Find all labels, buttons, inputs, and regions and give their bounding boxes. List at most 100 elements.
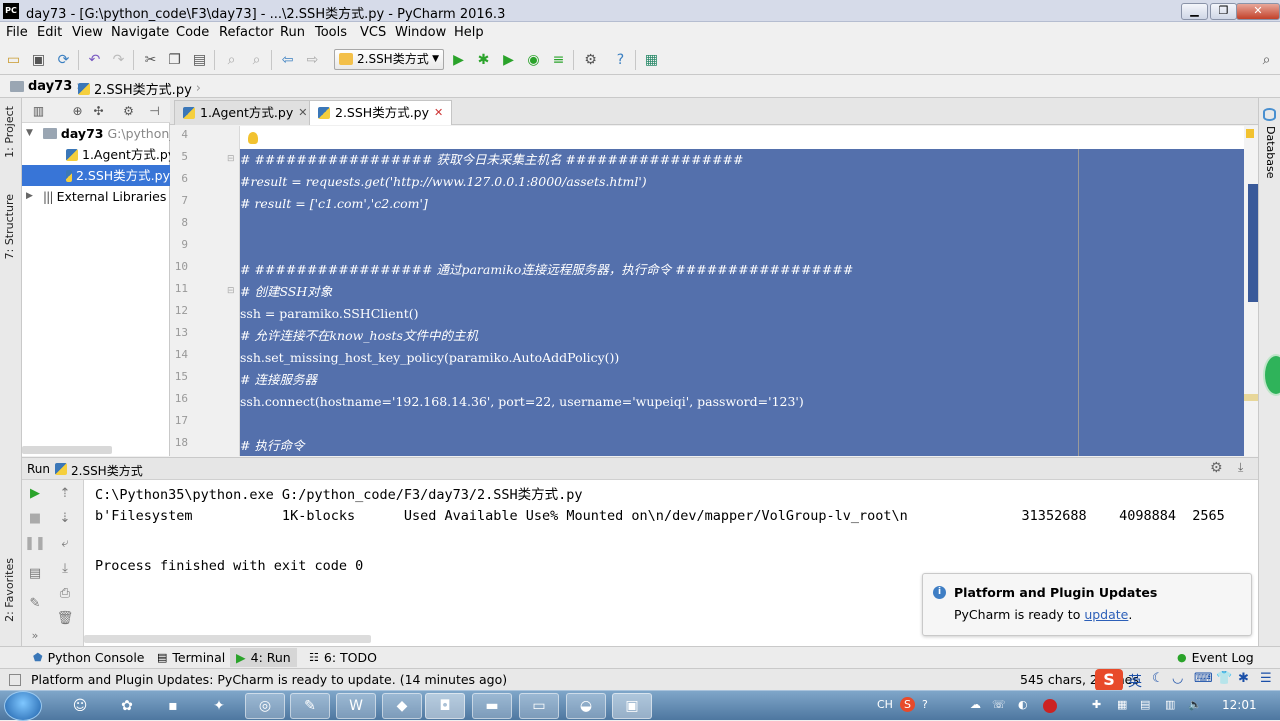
pin-icon[interactable]: ✎ xyxy=(26,594,44,612)
tray-icon[interactable]: ✚ xyxy=(1092,698,1101,711)
layout-icon[interactable]: ▤ xyxy=(26,564,44,582)
help-tray-icon[interactable]: ? xyxy=(922,698,928,711)
ime-skin-icon[interactable]: 👕 xyxy=(1216,671,1232,686)
cmd-icon[interactable]: ▬ xyxy=(472,693,512,719)
explorer-icon[interactable]: ▭ xyxy=(519,693,559,719)
status-message[interactable]: Platform and Plugin Updates: PyCharm is … xyxy=(31,672,507,687)
forward-icon[interactable]: ⇨ xyxy=(304,51,321,68)
tab-run[interactable]: ▶ 4: Run xyxy=(230,648,297,667)
menu-file[interactable]: File xyxy=(6,25,28,40)
taskbar-app-icon[interactable]: ✿ xyxy=(107,693,147,719)
paste-icon[interactable]: ▤ xyxy=(191,51,208,68)
taskbar-app-icon[interactable]: ▪ xyxy=(153,693,193,719)
hide-panel-icon[interactable]: ⤓ xyxy=(1238,460,1243,475)
warning-marker-icon[interactable] xyxy=(1246,129,1254,138)
tool-tab-database[interactable]: Database xyxy=(1264,126,1277,179)
debug-icon[interactable]: ✱ xyxy=(475,51,492,68)
run-icon[interactable]: ▶ xyxy=(450,51,467,68)
copy-icon[interactable]: ❐ xyxy=(166,51,183,68)
notepad-icon[interactable]: ✎ xyxy=(290,693,330,719)
scroll-end-icon[interactable]: ⤓ xyxy=(56,559,74,577)
ime-tray-icon[interactable]: S xyxy=(900,697,915,712)
find-icon[interactable]: ⌕ xyxy=(223,51,240,68)
tray-icon[interactable] xyxy=(1043,699,1057,713)
menu-tools[interactable]: Tools xyxy=(315,25,347,40)
tree-item-day73[interactable]: ▼ day73 G:\python_ xyxy=(26,123,176,144)
print-icon[interactable]: ⎙ xyxy=(56,584,74,602)
replace-icon[interactable]: ⌕ xyxy=(248,51,265,68)
back-icon[interactable]: ⇦ xyxy=(279,51,296,68)
menu-vcs[interactable]: VCS xyxy=(360,25,386,40)
redo-icon[interactable]: ↷ xyxy=(110,51,127,68)
pause-icon[interactable]: ❚❚ xyxy=(24,534,46,552)
taskbar-app-icon[interactable]: ☺ xyxy=(60,693,100,719)
breadcrumb-file[interactable]: 2.SSH类方式.py › xyxy=(78,79,201,98)
tool-tab-structure[interactable]: 7: Structure xyxy=(3,194,16,259)
ime-punct-icon[interactable]: ◡ xyxy=(1172,671,1183,686)
project-scrollbar[interactable] xyxy=(22,446,112,454)
tab-event-log[interactable]: ● Event Log xyxy=(1177,650,1254,665)
gear-icon[interactable]: ⚙ xyxy=(1210,460,1223,476)
project-view-icon[interactable]: ▥ xyxy=(30,102,47,119)
tool-tab-favorites[interactable]: 2: Favorites xyxy=(3,558,16,622)
clock[interactable]: 12:01 xyxy=(1222,698,1257,712)
network-icon[interactable]: ▥ xyxy=(1165,698,1175,711)
hide-icon[interactable]: ⊣ xyxy=(146,102,163,119)
toggle-panels-icon[interactable] xyxy=(9,674,21,686)
ime-mode[interactable]: 英 xyxy=(1128,671,1142,691)
ime-keyboard-icon[interactable]: ⌨ xyxy=(1194,671,1213,686)
code-editor[interactable]: # ################# 获取今日未采集主机名 #########… xyxy=(240,126,1258,456)
cut-icon[interactable]: ✂ xyxy=(142,51,159,68)
language-indicator[interactable]: CH xyxy=(877,698,893,711)
menu-navigate[interactable]: Navigate xyxy=(111,25,169,40)
menu-edit[interactable]: Edit xyxy=(37,25,62,40)
sync-icon[interactable]: ⟳ xyxy=(55,51,72,68)
lightbulb-icon[interactable] xyxy=(248,132,258,144)
tool-tab-project[interactable]: 1: Project xyxy=(3,106,16,158)
start-button[interactable] xyxy=(4,691,42,721)
taskbar-app-icon[interactable]: ✦ xyxy=(199,693,239,719)
coverage-icon[interactable]: ▶ xyxy=(500,51,517,68)
ime-logo-icon[interactable]: S xyxy=(1095,669,1123,691)
tab-agent-file[interactable]: 1.Agent方式.py ✕ xyxy=(174,100,317,125)
console-scrollbar[interactable] xyxy=(84,635,371,643)
close-icon[interactable]: ✕ xyxy=(298,101,307,125)
menu-run[interactable]: Run xyxy=(280,25,305,40)
tab-todo[interactable]: ☷ 6: TODO xyxy=(309,650,377,665)
run-config-select[interactable]: 2.SSH类方式 ▼ xyxy=(334,49,444,70)
tray-icon[interactable]: ☏ xyxy=(992,698,1006,711)
rerun-icon[interactable]: ▶ xyxy=(26,484,44,502)
search-everywhere-icon[interactable]: ⌕ xyxy=(1258,51,1275,68)
expand-arrow-icon[interactable]: ▶ xyxy=(26,186,33,207)
menu-help[interactable]: Help xyxy=(454,25,484,40)
collapse-icon[interactable]: ✣ xyxy=(90,102,107,119)
stop-icon[interactable]: ■ xyxy=(26,509,44,527)
down-icon[interactable]: ⇣ xyxy=(56,509,74,527)
locate-icon[interactable]: ⊕ xyxy=(69,102,86,119)
soft-wrap-icon[interactable]: ⤶ xyxy=(56,534,74,552)
concurrency-icon[interactable]: ≡ xyxy=(550,51,567,68)
close-icon[interactable]: ✕ xyxy=(434,101,443,125)
settings-icon[interactable]: ⚙ xyxy=(582,51,599,68)
menu-refactor[interactable]: Refactor xyxy=(219,25,274,40)
profile-icon[interactable]: ◉ xyxy=(525,51,542,68)
tab-terminal[interactable]: ▤ Terminal xyxy=(157,650,225,665)
help-icon[interactable]: ? xyxy=(612,51,629,68)
fold-icon[interactable]: ⊟ xyxy=(227,286,235,296)
close-button[interactable]: ✕ xyxy=(1236,3,1280,20)
tray-icon[interactable]: ◐ xyxy=(1018,698,1028,711)
breadcrumb-project[interactable]: day73 › xyxy=(10,79,81,94)
weather-tray-icon[interactable]: ☁ xyxy=(970,698,981,711)
menu-view[interactable]: View xyxy=(72,25,103,40)
save-icon[interactable]: ▣ xyxy=(30,51,47,68)
editor-scrollbar[interactable] xyxy=(1244,126,1258,456)
open-folder-icon[interactable]: ▭ xyxy=(5,51,22,68)
tab-python-console[interactable]: ⬟ Python Console xyxy=(33,650,145,665)
more-icon[interactable]: » xyxy=(26,626,44,644)
pycharm-taskbar-icon[interactable]: ▣ xyxy=(612,693,652,719)
sdk-icon[interactable]: ▦ xyxy=(643,51,660,68)
undo-icon[interactable]: ↶ xyxy=(86,51,103,68)
chrome-icon[interactable]: ◎ xyxy=(245,693,285,719)
tree-item-agent-file[interactable]: 1.Agent方式.py xyxy=(66,144,175,165)
taskbar-app-icon[interactable]: ◆ xyxy=(382,693,422,719)
